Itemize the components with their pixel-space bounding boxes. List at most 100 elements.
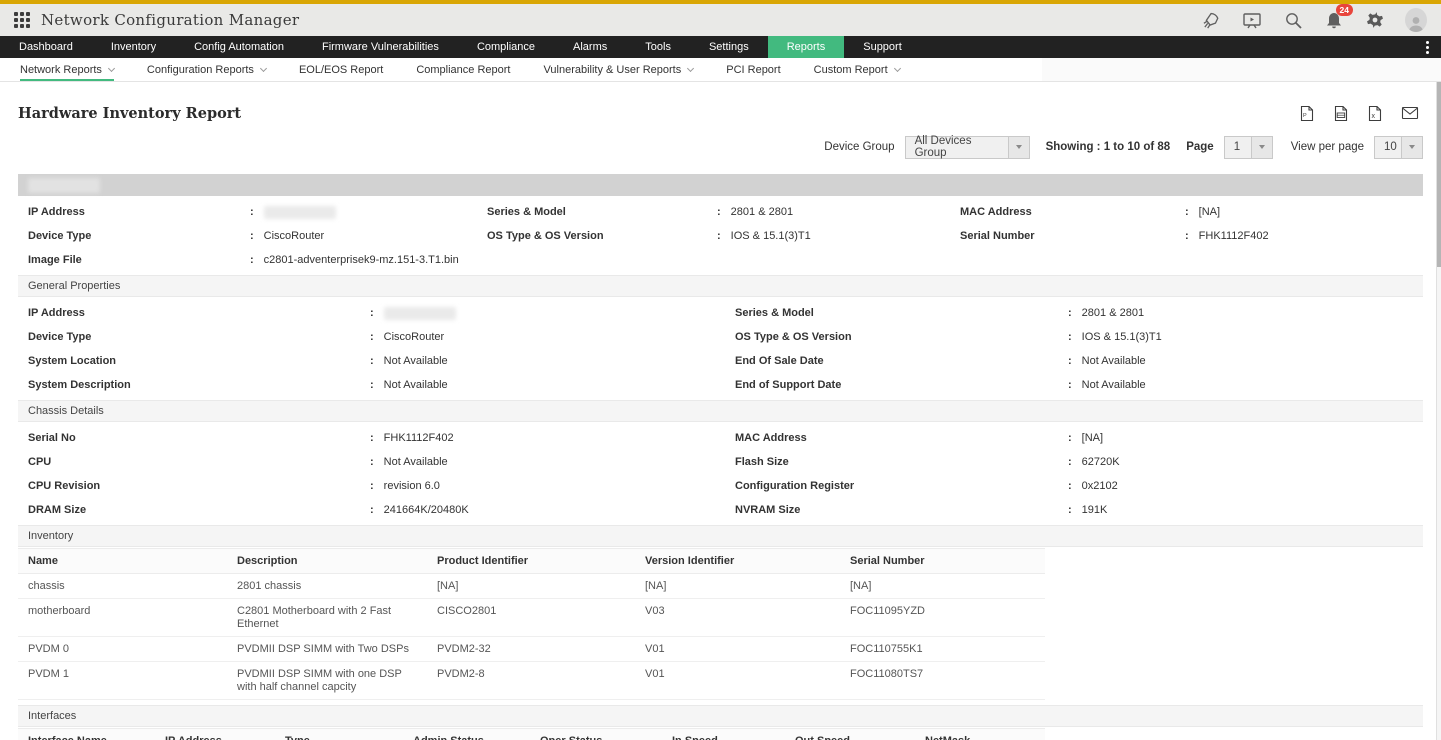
search-icon[interactable] <box>1282 9 1304 31</box>
device-group-select[interactable]: All Devices Group <box>904 135 1030 159</box>
page-select[interactable]: 1 <box>1223 135 1273 159</box>
nav-tab-support[interactable]: Support <box>844 36 921 58</box>
vertical-scrollbar[interactable] <box>1436 82 1441 740</box>
nav-tab-dashboard[interactable]: Dashboard <box>0 36 92 58</box>
nav-tab-compliance[interactable]: Compliance <box>458 36 554 58</box>
table-cell: PVDM2-32 <box>437 643 491 655</box>
field-value-text: revision 6.0 <box>383 480 440 492</box>
field-value: : IOS & 15.1(3)T1 <box>1068 331 1423 343</box>
field-label: MAC Address <box>735 432 807 444</box>
colon-separator: : <box>250 230 254 242</box>
scrollbar-thumb[interactable] <box>1437 82 1441 267</box>
notification-bell-icon[interactable]: 24 <box>1323 4 1353 31</box>
colon-separator: : <box>1068 504 1072 516</box>
email-report-icon[interactable] <box>1401 106 1419 120</box>
nav-overflow-kebab-icon[interactable] <box>1414 36 1441 58</box>
subnav-tab-network-reports[interactable]: Network Reports <box>20 58 115 81</box>
nav-tab-inventory[interactable]: Inventory <box>92 36 175 58</box>
csv-export-icon[interactable] <box>1333 105 1349 122</box>
subnav-tab-configuration-reports[interactable]: Configuration Reports <box>147 58 267 81</box>
settings-gear-icon[interactable] <box>1364 9 1386 31</box>
user-avatar[interactable] <box>1405 8 1427 32</box>
apps-grid-icon[interactable] <box>14 12 30 28</box>
nav-tab-settings[interactable]: Settings <box>690 36 768 58</box>
field-label: System Location <box>28 355 117 367</box>
field-value: : revision 6.0 <box>370 480 735 492</box>
nav-tab-firmware-vulnerabilities[interactable]: Firmware Vulnerabilities <box>303 36 458 58</box>
section-header-interfaces: Interfaces <box>18 705 1423 727</box>
table-cell: [NA] <box>437 580 459 592</box>
nav-tab-tools[interactable]: Tools <box>626 36 690 58</box>
field-value: : Not Available <box>370 379 735 391</box>
subnav-tab-eol-eos-report[interactable]: EOL/EOS Report <box>299 58 383 81</box>
column-header: Serial Number <box>850 555 925 567</box>
xls-export-icon[interactable]: x <box>1367 105 1383 122</box>
nav-tab-reports[interactable]: Reports <box>767 36 845 58</box>
key-value-row: IP Address: Series & Model:2801 & 2801 <box>18 301 1423 325</box>
device-name-banner <box>18 174 1423 196</box>
rocket-icon[interactable] <box>1200 9 1222 31</box>
table-cell: PVDMII DSP SIMM with Two DSPs <box>237 643 409 655</box>
subnav-tab-label: Compliance Report <box>416 63 511 76</box>
field-label: OS Type & OS Version <box>735 331 852 343</box>
chevron-down-icon <box>687 64 695 72</box>
field-value-text: [NA] <box>1081 432 1104 444</box>
view-per-page-select[interactable]: 10 <box>1374 135 1423 159</box>
colon-separator: : <box>370 379 374 391</box>
presentation-play-icon[interactable] <box>1241 9 1263 31</box>
field-value: :2801 & 2801 <box>717 206 960 218</box>
key-value-row: Image File: c2801-adventerprisek9-mz.151-… <box>18 248 1423 272</box>
key-value-row: CPU: Not Available Flash Size:62720K <box>18 450 1423 474</box>
colon-separator: : <box>250 206 254 218</box>
subnav-tab-vulnerability-user-reports[interactable]: Vulnerability & User Reports <box>543 58 695 81</box>
pdf-export-icon[interactable]: P <box>1299 105 1315 122</box>
field-label: End Of Sale Date <box>735 355 824 367</box>
field-label: Configuration Register <box>735 480 855 492</box>
chevron-down-icon <box>259 64 267 72</box>
nav-tab-config-automation[interactable]: Config Automation <box>175 36 303 58</box>
subnav-tab-label: Custom Report <box>813 63 888 76</box>
field-label: Series & Model <box>735 307 814 319</box>
colon-separator: : <box>1068 355 1072 367</box>
field-value: : [NA] <box>1185 206 1423 218</box>
device-summary-section: IP Address: Series & Model:2801 & 2801 MAC… <box>18 200 1423 272</box>
page-label: Page <box>1186 141 1214 153</box>
field-value-text: 2801 & 2801 <box>1081 307 1145 319</box>
table-cell: [NA] <box>645 580 667 592</box>
field-label: Serial Number <box>960 230 1035 242</box>
column-header: IP Address <box>155 729 275 740</box>
subnav-tab-compliance-report[interactable]: Compliance Report <box>416 58 510 81</box>
chevron-down-icon[interactable] <box>1401 136 1422 158</box>
svg-text:x: x <box>1372 113 1376 120</box>
colon-separator: : <box>1068 432 1072 444</box>
view-per-page-label: View per page <box>1290 141 1364 153</box>
chevron-down-icon[interactable] <box>1007 136 1029 158</box>
subnav-tab-custom-report[interactable]: Custom Report <box>813 58 901 81</box>
chevron-down-icon[interactable] <box>1250 136 1272 158</box>
field-value-text: FHK1112F402 <box>1198 230 1269 242</box>
field-value-text: 0x2102 <box>1081 480 1118 492</box>
colon-separator: : <box>1068 379 1072 391</box>
table-row: motherboard C2801 Motherboard with 2 Fast… <box>18 599 1045 637</box>
app-header: Network Configuration Manager 24 <box>0 4 1441 36</box>
field-value-text: 241664K/20480K <box>383 504 469 516</box>
field-label: CPU Revision <box>28 480 101 492</box>
table-cell: chassis <box>28 580 65 592</box>
colon-separator: : <box>370 331 374 343</box>
section-header-inventory: Inventory <box>18 525 1423 547</box>
subnav-tab-label: EOL/EOS Report <box>298 63 384 76</box>
subnav-tab-pci-report[interactable]: PCI Report <box>726 58 780 81</box>
table-cell: motherboard <box>28 605 91 617</box>
field-value-text: Not Available <box>383 456 448 468</box>
field-value-text: 191K <box>1081 504 1108 516</box>
table-cell: CISCO2801 <box>437 605 497 617</box>
colon-separator: : <box>1185 230 1189 242</box>
table-row: chassis 2801 chassis [NA] [NA] [NA] <box>18 574 1045 599</box>
colon-separator: : <box>717 206 721 218</box>
key-value-row: Device Type: CiscoRouter OS Type & OS Vers… <box>18 224 1423 248</box>
colon-separator: : <box>370 432 374 444</box>
field-label: Serial No <box>28 432 76 444</box>
report-controls: Device Group All Devices Group Showing :… <box>18 135 1423 159</box>
nav-tab-alarms[interactable]: Alarms <box>554 36 626 58</box>
interfaces-table: Interface NameIP AddressTypeAdmin Status… <box>18 728 1045 740</box>
